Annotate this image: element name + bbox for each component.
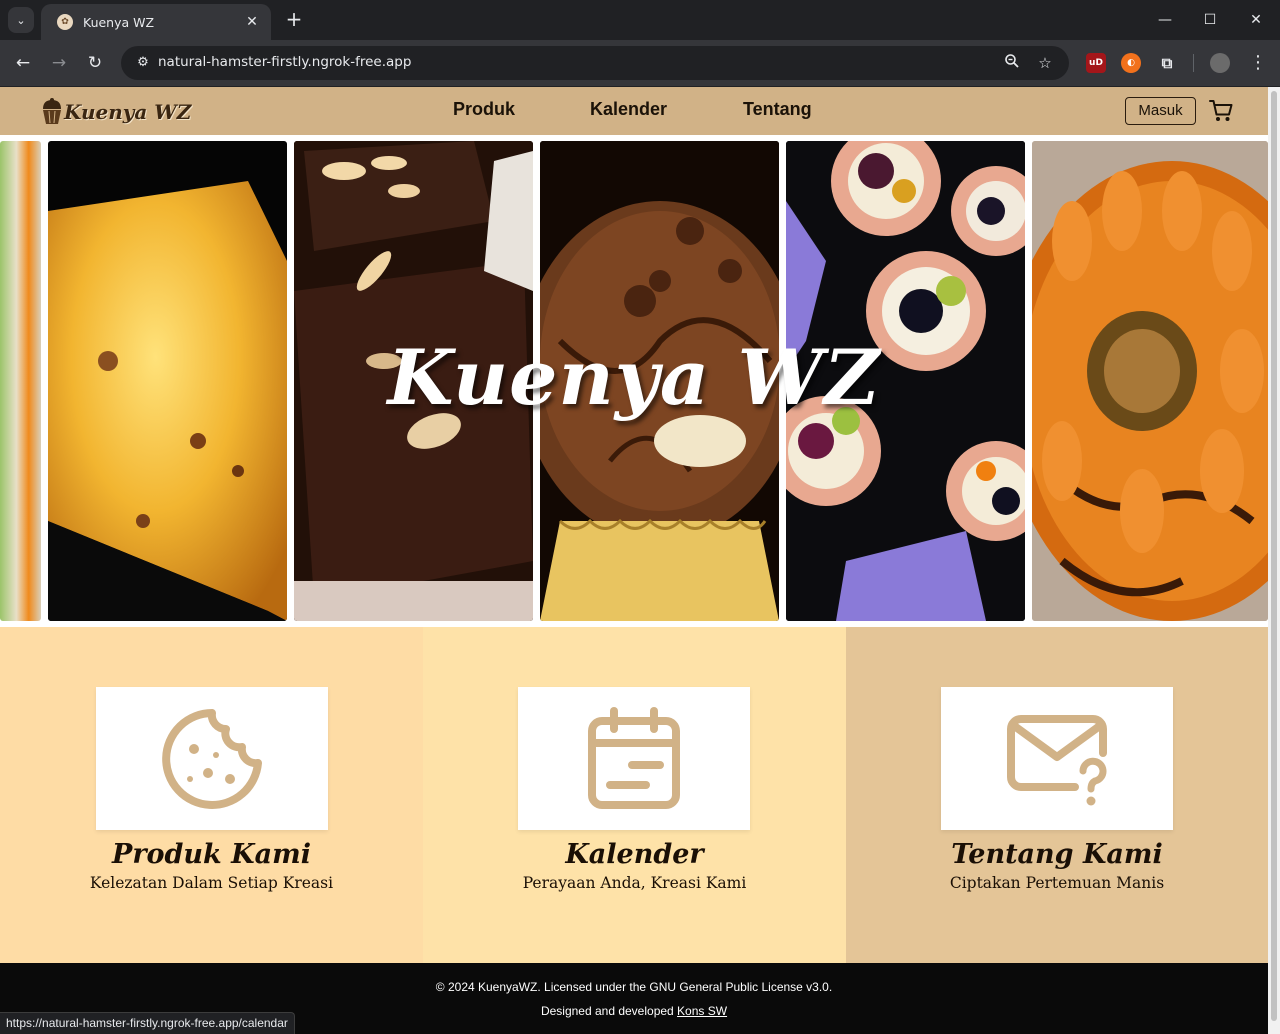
tab-title: Kuenya WZ xyxy=(83,14,155,30)
nav-link-kalender[interactable]: Kalender xyxy=(590,99,667,120)
calendar-icon xyxy=(588,706,680,809)
shopping-cart-icon[interactable] xyxy=(1208,98,1234,124)
hero-title: Kuenya WZ xyxy=(387,333,881,422)
feature-subtitle-kalender: Perayaan Anda, Kreasi Kami xyxy=(522,874,747,892)
hero-gallery: Kuenya WZ xyxy=(0,141,1268,621)
feature-card-kalender[interactable] xyxy=(518,687,750,830)
maximize-icon[interactable]: ☐ xyxy=(1195,6,1225,34)
footer-author-link[interactable]: Kons SW xyxy=(677,1004,727,1018)
feature-subtitle-tentang: Ciptakan Pertemuan Manis xyxy=(949,874,1165,892)
browser-tab-bar: ⌄ ✿ Kuenya WZ ✕ + — ☐ ✕ xyxy=(0,0,1280,40)
feature-title-kalender: Kalender xyxy=(565,839,704,870)
browser-tab[interactable]: ✿ Kuenya WZ ✕ xyxy=(41,4,271,40)
tab-close-icon[interactable]: ✕ xyxy=(243,14,261,30)
back-arrow-icon[interactable]: ← xyxy=(10,50,36,76)
feature-kalender[interactable]: Kalender Perayaan Anda, Kreasi Kami xyxy=(423,627,846,963)
feature-subtitle-produk: Kelezatan Dalam Setiap Kreasi xyxy=(89,874,334,892)
site-navbar: Kuenya WZ Produk Kalender Tentang Masuk xyxy=(0,87,1268,135)
login-button[interactable]: Masuk xyxy=(1125,97,1196,125)
address-bar[interactable]: ⚙ natural-hamster-firstly.ngrok-free.app… xyxy=(121,46,1069,80)
feature-produk[interactable]: Produk Kami Kelezatan Dalam Setiap Kreas… xyxy=(0,627,423,963)
feature-tentang[interactable]: Tentang Kami Ciptakan Pertemuan Manis xyxy=(846,627,1268,963)
browser-menu-icon[interactable]: ⋮ xyxy=(1245,50,1271,76)
scrollbar-thumb[interactable] xyxy=(1271,91,1277,1021)
extension-orange-icon[interactable]: ◐ xyxy=(1121,53,1141,73)
new-tab-button[interactable]: + xyxy=(282,8,306,32)
profile-avatar[interactable] xyxy=(1210,53,1230,73)
page-scrollbar[interactable] xyxy=(1268,87,1280,1034)
window-close-icon[interactable]: ✕ xyxy=(1241,6,1271,34)
tab-search-button[interactable]: ⌄ xyxy=(8,7,34,33)
url-text[interactable]: natural-hamster-firstly.ngrok-free.app xyxy=(158,54,411,70)
cookie-icon xyxy=(162,708,262,809)
extensions-puzzle-icon[interactable]: ⧉ xyxy=(1157,53,1177,73)
web-page: Kuenya WZ Produk Kalender Tentang Masuk xyxy=(0,87,1268,1034)
site-favicon-icon: ✿ xyxy=(57,14,73,30)
minimize-icon[interactable]: — xyxy=(1150,6,1180,34)
cupcake-logo-icon xyxy=(43,98,61,124)
site-logo[interactable]: Kuenya WZ xyxy=(40,97,191,127)
feature-title-tentang: Tentang Kami xyxy=(951,839,1163,870)
features-section: Produk Kami Kelezatan Dalam Setiap Kreas… xyxy=(0,627,1268,963)
logo-text: Kuenya WZ xyxy=(64,100,192,124)
footer-license: © 2024 KuenyaWZ. Licensed under the GNU … xyxy=(435,980,833,994)
nav-link-tentang[interactable]: Tentang xyxy=(743,99,812,120)
zoom-icon[interactable] xyxy=(1001,53,1023,73)
mail-question-icon xyxy=(1007,714,1107,805)
feature-card-tentang[interactable] xyxy=(941,687,1173,830)
feature-card-produk[interactable] xyxy=(96,687,328,830)
link-status-bubble: https://natural-hamster-firstly.ngrok-fr… xyxy=(0,1012,295,1034)
ublock-extension-icon[interactable]: uD xyxy=(1086,53,1106,73)
bookmark-star-icon[interactable]: ☆ xyxy=(1034,53,1056,73)
feature-title-produk: Produk Kami xyxy=(112,839,311,870)
footer-designed-text: Designed and developed xyxy=(540,1004,678,1018)
site-info-icon[interactable]: ⚙ xyxy=(133,53,153,73)
nav-link-produk[interactable]: Produk xyxy=(453,99,515,120)
browser-toolbar: ← → ↻ ⚙ natural-hamster-firstly.ngrok-fr… xyxy=(0,40,1280,86)
toolbar-divider xyxy=(1193,54,1194,72)
reload-icon[interactable]: ↻ xyxy=(82,50,108,76)
forward-arrow-icon[interactable]: → xyxy=(46,50,72,76)
